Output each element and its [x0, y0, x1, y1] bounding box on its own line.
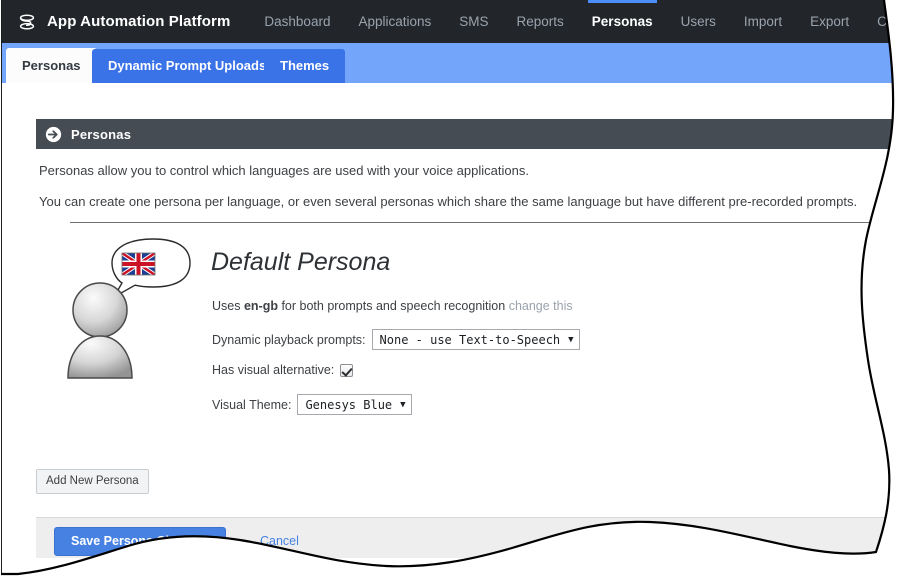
- person-with-speech-bubble-icon: [62, 235, 192, 380]
- top-navigation-bar: App Automation Platform Dashboard Applic…: [0, 0, 901, 43]
- nav-item-dashboard[interactable]: Dashboard: [250, 0, 344, 43]
- window-left-border: [0, 0, 2, 575]
- content-area: Personas Personas allow you to control w…: [0, 83, 901, 584]
- footer-action-bar: Save Persona Changes Cancel: [36, 517, 901, 558]
- visual-theme-value: Genesys Blue: [305, 397, 393, 412]
- arrow-right-circle-icon: [45, 126, 62, 143]
- persona-title: Default Persona: [211, 248, 391, 276]
- dynamic-prompts-value: None - use Text-to-Speech: [379, 332, 561, 347]
- chevron-down-icon: ▼: [400, 399, 406, 410]
- brand-name: App Automation Platform: [47, 13, 231, 30]
- visual-alternative-checkbox[interactable]: [340, 364, 353, 377]
- visual-theme-row: Visual Theme: Genesys Blue ▼: [212, 394, 412, 415]
- persona-language-line: Uses en-gb for both prompts and speech r…: [212, 299, 573, 313]
- dynamic-prompts-label: Dynamic playback prompts:: [212, 332, 366, 347]
- brand[interactable]: App Automation Platform: [16, 11, 230, 33]
- nav-item-users[interactable]: Users: [667, 0, 730, 43]
- visual-alternative-row: Has visual alternative:: [212, 363, 353, 377]
- save-persona-changes-button[interactable]: Save Persona Changes: [54, 527, 226, 556]
- nav-item-reports[interactable]: Reports: [503, 0, 578, 43]
- change-language-link[interactable]: change this: [509, 299, 573, 313]
- nav-item-export[interactable]: Export: [796, 0, 863, 43]
- cancel-button[interactable]: Cancel: [260, 534, 299, 548]
- dynamic-prompts-select[interactable]: None - use Text-to-Speech ▼: [372, 329, 580, 350]
- dynamic-prompts-row: Dynamic playback prompts: None - use Tex…: [212, 329, 580, 350]
- screenshot-root: App Automation Platform Dashboard Applic…: [0, 0, 901, 584]
- panel-title: Personas: [71, 126, 132, 142]
- nav-item-sms[interactable]: SMS: [445, 0, 502, 43]
- chevron-down-icon: ▼: [568, 334, 574, 345]
- visual-alternative-label: Has visual alternative:: [212, 363, 335, 377]
- tab-strip: Personas Dynamic Prompt Uploads Themes: [0, 43, 901, 83]
- panel-header: Personas: [36, 119, 901, 149]
- nav-items: Dashboard Applications SMS Reports Perso…: [250, 0, 901, 43]
- visual-theme-select[interactable]: Genesys Blue ▼: [297, 394, 411, 415]
- intro-paragraph-2: You can create one persona per language,…: [39, 194, 858, 209]
- section-divider: [70, 222, 870, 223]
- tab-themes[interactable]: Themes: [264, 49, 345, 83]
- add-new-persona-button[interactable]: Add New Persona: [36, 469, 149, 494]
- uses-suffix: for both prompts and speech recognition: [277, 299, 509, 313]
- visual-theme-label: Visual Theme:: [212, 397, 292, 412]
- nav-item-cti-viewer[interactable]: CTI Viewer: [863, 0, 901, 43]
- genesys-stack-logo-icon: [16, 11, 38, 33]
- nav-item-import[interactable]: Import: [730, 0, 796, 43]
- tab-personas[interactable]: Personas: [6, 48, 97, 83]
- nav-item-applications[interactable]: Applications: [344, 0, 445, 43]
- uses-prefix: Uses: [212, 299, 244, 313]
- intro-paragraph-1: Personas allow you to control which lang…: [39, 163, 529, 178]
- union-jack-flag-icon: [122, 253, 155, 275]
- tab-dynamic-prompt-uploads[interactable]: Dynamic Prompt Uploads: [92, 49, 282, 83]
- nav-item-personas[interactable]: Personas: [578, 0, 667, 43]
- application-page: App Automation Platform Dashboard Applic…: [0, 0, 901, 584]
- persona-avatar: [62, 235, 192, 380]
- persona-language-code: en-gb: [243, 299, 278, 313]
